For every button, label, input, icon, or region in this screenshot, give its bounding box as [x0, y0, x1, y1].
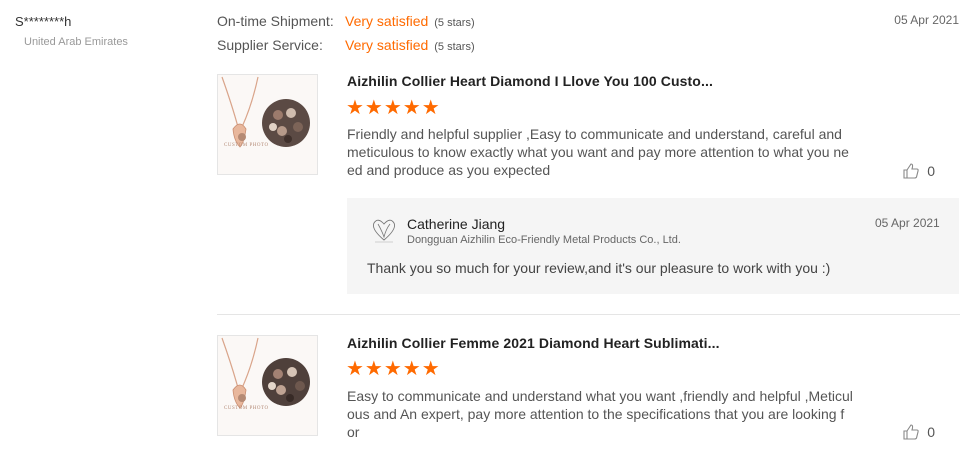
star-rating: ★★★★★ [346, 358, 441, 380]
review-text-line: or [347, 424, 360, 440]
thumb-caption: CUSTOM PHOTO [224, 143, 269, 148]
like-count: 0 [927, 163, 935, 179]
rating-label-service: Supplier Service: [217, 37, 323, 53]
review-text-line: Friendly and helpful supplier ,Easy to c… [347, 126, 842, 142]
heart-logo-icon [369, 215, 399, 245]
review-text-line: meticulous to know exactly what you want… [347, 144, 849, 160]
rating-value-text: Very satisfied [345, 13, 429, 29]
reviewer-name: S********h [15, 14, 72, 29]
thumbs-up-icon [903, 163, 919, 179]
star-rating: ★★★★★ [346, 97, 441, 119]
replier-company[interactable]: Dongguan Aizhilin Eco-Friendly Metal Pro… [407, 234, 681, 246]
review-text: Easy to communicate and understand what … [347, 387, 857, 441]
thumbs-up-icon [903, 424, 919, 440]
product-thumbnail[interactable]: CUSTOM PHOTO [217, 74, 318, 175]
reply-date: 05 Apr 2021 [875, 216, 940, 230]
rating-label-shipment: On-time Shipment: [217, 13, 334, 29]
review-date: 05 Apr 2021 [894, 13, 959, 27]
reviewer-country: United Arab Emirates [24, 36, 128, 48]
replier-name: Catherine Jiang [407, 216, 506, 232]
rating-stars-text: (5 stars) [434, 41, 475, 53]
like-button[interactable] [902, 423, 920, 446]
like-button[interactable] [902, 162, 920, 185]
reply-text: Thank you so much for your review,and it… [367, 260, 831, 276]
supplier-reply [347, 198, 959, 294]
necklace-image [221, 76, 310, 148]
review-text: Friendly and helpful supplier ,Easy to c… [347, 125, 857, 179]
product-title[interactable]: Aizhilin Collier Femme 2021 Diamond Hear… [347, 335, 720, 351]
divider [217, 314, 960, 315]
review-text-line: ous and An expert, pay more attention to… [347, 406, 845, 422]
review-text-line: Easy to communicate and understand what … [347, 388, 853, 404]
rating-stars-text: (5 stars) [434, 17, 475, 29]
like-count: 0 [927, 424, 935, 440]
review-text-line: ed and produce as you expected [347, 162, 551, 178]
product-thumbnail[interactable]: CUSTOM PHOTO [217, 335, 318, 436]
necklace-image [221, 337, 310, 409]
rating-value-service: Very satisfied (5 stars) [345, 37, 475, 53]
thumb-caption: CUSTOM PHOTO [224, 406, 269, 411]
rating-value-shipment: Very satisfied (5 stars) [345, 13, 475, 29]
rating-value-text: Very satisfied [345, 37, 429, 53]
product-title[interactable]: Aizhilin Collier Heart Diamond I Llove Y… [347, 73, 713, 89]
